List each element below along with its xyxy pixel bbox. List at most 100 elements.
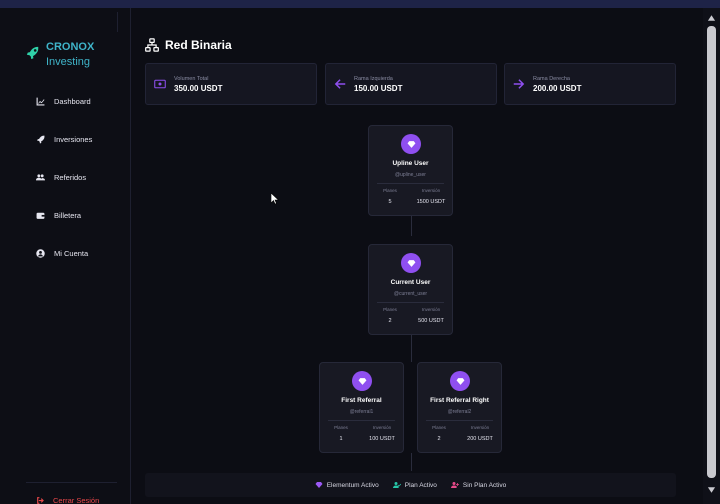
sidebar-item-label: Inversiones xyxy=(54,134,93,144)
node-first-referral[interactable]: First Referral @referral1 Planes 1 Invers… xyxy=(319,362,404,453)
node-inversion-label: Inversión xyxy=(372,425,392,430)
sidebar-item-label: Mi Cuenta xyxy=(54,248,89,258)
sitemap-icon xyxy=(145,38,159,52)
node-name: First Referral Right xyxy=(430,397,489,404)
wallet-icon xyxy=(36,212,45,219)
sidebar-item-inversiones[interactable]: Inversiones xyxy=(36,120,92,158)
stat-value: 350.00 USDT xyxy=(174,83,223,93)
sidebar-nav: Dashboard Inversiones Referidos Billeter… xyxy=(36,82,92,272)
legend-label: Plan Activo xyxy=(404,481,437,489)
sidebar: CRONOX Investing Dashboard Inversiones R… xyxy=(0,8,131,504)
node-planes-label: Planes xyxy=(383,307,397,312)
mouse-cursor-icon xyxy=(271,193,279,205)
vertical-scrollbar[interactable] xyxy=(703,8,720,504)
node-name: Current User xyxy=(390,279,431,286)
node-divider xyxy=(426,420,493,421)
sidebar-item-label: Billetera xyxy=(54,210,82,220)
node-badge xyxy=(450,371,470,391)
rocket-icon xyxy=(26,46,39,60)
arrow-left-icon xyxy=(334,79,346,89)
node-current-user[interactable]: Current User @current_user Planes 2 Inver… xyxy=(368,244,453,335)
tree-connector xyxy=(411,334,412,362)
brand-name: CRONOX Investing xyxy=(46,40,94,70)
scroll-up-icon[interactable] xyxy=(707,14,716,22)
node-inversion-value: 200 USDT xyxy=(467,436,493,442)
scroll-down-icon[interactable] xyxy=(707,486,716,494)
sidebar-item-billetera[interactable]: Billetera xyxy=(36,196,92,234)
logout-button[interactable]: Cerrar Sesión xyxy=(36,496,99,504)
stat-value: 150.00 USDT xyxy=(354,83,403,93)
node-planes-value: 1 xyxy=(339,436,343,442)
node-planes-value: 5 xyxy=(388,199,392,205)
sidebar-item-dashboard[interactable]: Dashboard xyxy=(36,82,92,120)
gem-icon xyxy=(358,377,366,385)
chart-line-icon xyxy=(36,97,45,105)
node-handle: @current_user xyxy=(393,291,428,297)
stat-value: 200.00 USDT xyxy=(533,83,582,93)
legend-item-plan-activo: Plan Activo xyxy=(392,481,437,489)
node-handle: @referral1 xyxy=(349,409,374,415)
arrow-right-icon xyxy=(513,79,525,89)
window-top-bar xyxy=(0,0,720,8)
node-badge xyxy=(401,253,421,273)
node-planes-value: 2 xyxy=(388,318,392,324)
node-inversion-value: 100 USDT xyxy=(369,436,395,442)
node-handle: @referral2 xyxy=(447,409,472,415)
node-inversion-label: Inversión xyxy=(421,188,441,193)
node-name: Upline User xyxy=(392,160,429,167)
node-divider xyxy=(328,420,395,421)
user-plus-icon xyxy=(450,482,459,488)
node-planes-label: Planes xyxy=(432,425,446,430)
page-title: Red Binaria xyxy=(145,38,232,52)
logout-label: Cerrar Sesión xyxy=(53,496,100,504)
main-content: Red Binaria Volumen Total 350.00 USDT Ram… xyxy=(131,8,703,504)
node-divider xyxy=(377,302,444,303)
node-divider xyxy=(377,183,444,184)
node-inversion-label: Inversión xyxy=(421,307,441,312)
sidebar-item-referidos[interactable]: Referidos xyxy=(36,158,92,196)
sidebar-divider xyxy=(117,12,118,32)
stat-card-rama-derecha: Rama Derecha 200.00 USDT xyxy=(504,63,676,105)
node-planes-label: Planes xyxy=(383,188,397,193)
user-circle-icon xyxy=(36,248,45,258)
sidebar-item-label: Referidos xyxy=(54,172,87,182)
sidebar-item-mi-cuenta[interactable]: Mi Cuenta xyxy=(36,234,92,272)
legend-label: Elementum Activo xyxy=(326,481,379,489)
rocket-icon xyxy=(37,135,45,143)
stat-label: Rama Derecha xyxy=(533,75,570,82)
money-icon xyxy=(154,79,166,89)
gem-icon xyxy=(407,140,415,148)
brand-logo[interactable]: CRONOX Investing xyxy=(26,40,94,70)
gem-icon xyxy=(315,482,323,488)
legend-bar: Elementum Activo Plan Activo Sin Plan Ac… xyxy=(145,473,676,497)
brand-title: CRONOX xyxy=(46,41,95,53)
sidebar-item-label: Dashboard xyxy=(54,96,91,106)
node-planes-value: 2 xyxy=(437,436,441,442)
node-badge xyxy=(401,134,421,154)
brand-subtitle: Investing xyxy=(46,56,91,68)
legend-item-sin-plan: Sin Plan Activo xyxy=(450,481,507,489)
scrollbar-thumb[interactable] xyxy=(707,26,716,478)
node-inversion-label: Inversión xyxy=(470,425,490,430)
node-first-referral-right[interactable]: First Referral Right @referral2 Planes 2 … xyxy=(417,362,502,453)
gem-icon xyxy=(407,259,415,267)
node-planes-label: Planes xyxy=(334,425,348,430)
tree-connector xyxy=(411,453,412,471)
stat-label: Volumen Total xyxy=(174,75,209,82)
tree-connector xyxy=(411,216,412,236)
legend-label: Sin Plan Activo xyxy=(462,481,507,489)
node-inversion-value: 500 USDT xyxy=(418,318,444,324)
node-handle: @upline_user xyxy=(395,172,426,178)
sign-out-icon xyxy=(37,497,44,504)
stat-label: Rama Izquierda xyxy=(354,75,393,82)
stat-card-rama-izquierda: Rama Izquierda 150.00 USDT xyxy=(325,63,497,105)
gem-icon xyxy=(456,377,464,385)
node-upline-user[interactable]: Upline User @upline_user Planes 5 Inversi… xyxy=(368,125,453,216)
node-inversion-value: 1500 USDT xyxy=(416,199,446,205)
legend-item-elementum: Elementum Activo xyxy=(315,481,379,489)
user-check-icon xyxy=(392,482,401,488)
node-badge xyxy=(352,371,372,391)
node-name: First Referral xyxy=(341,397,382,404)
page-title-text: Red Binaria xyxy=(165,38,232,52)
users-icon xyxy=(36,173,45,180)
